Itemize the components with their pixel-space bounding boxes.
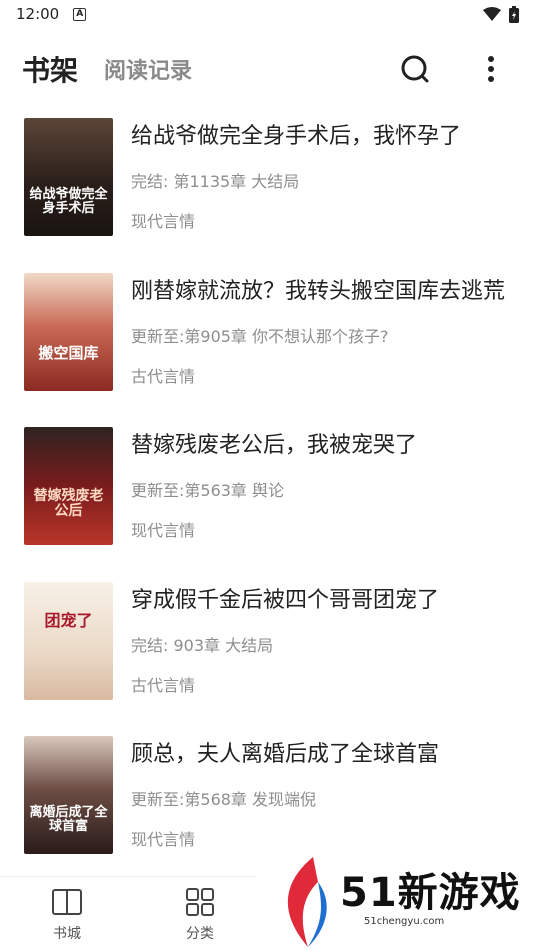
grid-icon xyxy=(186,888,214,916)
book-title: 顾总，夫人离婚后成了全球首富 xyxy=(131,742,440,767)
nav-label: 书城 xyxy=(53,926,81,942)
book-item[interactable]: 替嫁残废老公后 替嫁残废老公后，我被宠哭了 更新至:第563章 舆论 现代言情 xyxy=(0,421,535,576)
book-cover[interactable]: 离婚后成了全球首富 xyxy=(24,736,113,854)
cover-title: 搬空国库 xyxy=(38,343,99,362)
wifi-icon xyxy=(483,7,501,21)
book-cover[interactable]: 团宠了 xyxy=(24,581,113,700)
book-progress: 更新至:第905章 你不想认那个孩子? xyxy=(131,326,389,346)
book-progress: 更新至:第568章 发现端倪 xyxy=(131,790,317,809)
tab-bookshelf[interactable]: 书架 xyxy=(22,49,78,89)
book-progress: 完结: 第1135章 大结局 xyxy=(131,172,300,191)
book-title: 刚替嫁就流放？我转头搬空国库去逃荒 xyxy=(131,278,506,304)
cover-title: 离婚后成了全球首富 xyxy=(29,805,108,835)
book-cover[interactable]: 替嫁残废老公后 xyxy=(24,427,113,545)
cover-title: 替嫁残废老公后 xyxy=(33,488,104,520)
cover-title: 团宠了 xyxy=(44,610,93,630)
nav-bookstore[interactable]: 书城 xyxy=(27,887,107,943)
status-bar: 12:00 A xyxy=(0,0,535,28)
app-header: 书架 阅读记录 xyxy=(0,40,535,98)
tab-reading-history[interactable]: 阅读记录 xyxy=(104,53,192,85)
book-genre: 古代言情 xyxy=(131,675,196,695)
book-cover[interactable]: 搬空国库 xyxy=(24,272,113,391)
book-progress: 更新至:第563章 舆论 xyxy=(131,481,285,500)
notification-icon: A xyxy=(73,7,87,21)
book-list: 给战爷做完全身手术后 给战爷做完全身手术后，我怀孕了 完结: 第1135章 大结… xyxy=(0,112,535,885)
search-icon xyxy=(401,55,429,83)
watermark-logo-icon xyxy=(287,857,327,947)
book-item[interactable]: 给战爷做完全身手术后 给战爷做完全身手术后，我怀孕了 完结: 第1135章 大结… xyxy=(0,112,535,267)
book-title: 给战爷做完全身手术后，我怀孕了 xyxy=(131,124,462,149)
status-indicators xyxy=(483,5,519,23)
book-item[interactable]: 团宠了 穿成假千金后被四个哥哥团宠了 完结: 903章 大结局 古代言情 xyxy=(0,576,535,731)
search-button[interactable] xyxy=(399,53,431,85)
book-item[interactable]: 搬空国库 刚替嫁就流放？我转头搬空国库去逃荒 更新至:第905章 你不想认那个孩… xyxy=(0,267,535,422)
more-options-button[interactable] xyxy=(475,53,507,85)
cover-title: 给战爷做完全身手术后 xyxy=(29,187,108,217)
book-genre: 现代言情 xyxy=(131,521,196,540)
book-genre: 古代言情 xyxy=(131,366,196,386)
more-vertical-icon xyxy=(488,56,494,82)
nav-label: 分类 xyxy=(186,926,214,942)
book-open-icon xyxy=(52,889,82,915)
book-progress: 完结: 903章 大结局 xyxy=(131,635,274,655)
nav-category[interactable]: 分类 xyxy=(160,887,240,943)
battery-icon xyxy=(509,5,519,23)
watermark-url: 51chengyu.com xyxy=(364,916,445,927)
book-title: 穿成假千金后被四个哥哥团宠了 xyxy=(131,587,440,613)
status-time: 12:00 xyxy=(16,5,60,23)
book-cover[interactable]: 给战爷做完全身手术后 xyxy=(24,118,113,236)
book-genre: 现代言情 xyxy=(131,212,196,231)
book-title: 替嫁残废老公后，我被宠哭了 xyxy=(131,433,418,458)
watermark: 51新游戏 51chengyu.com xyxy=(256,830,535,951)
watermark-text: 51新游戏 xyxy=(340,870,521,916)
